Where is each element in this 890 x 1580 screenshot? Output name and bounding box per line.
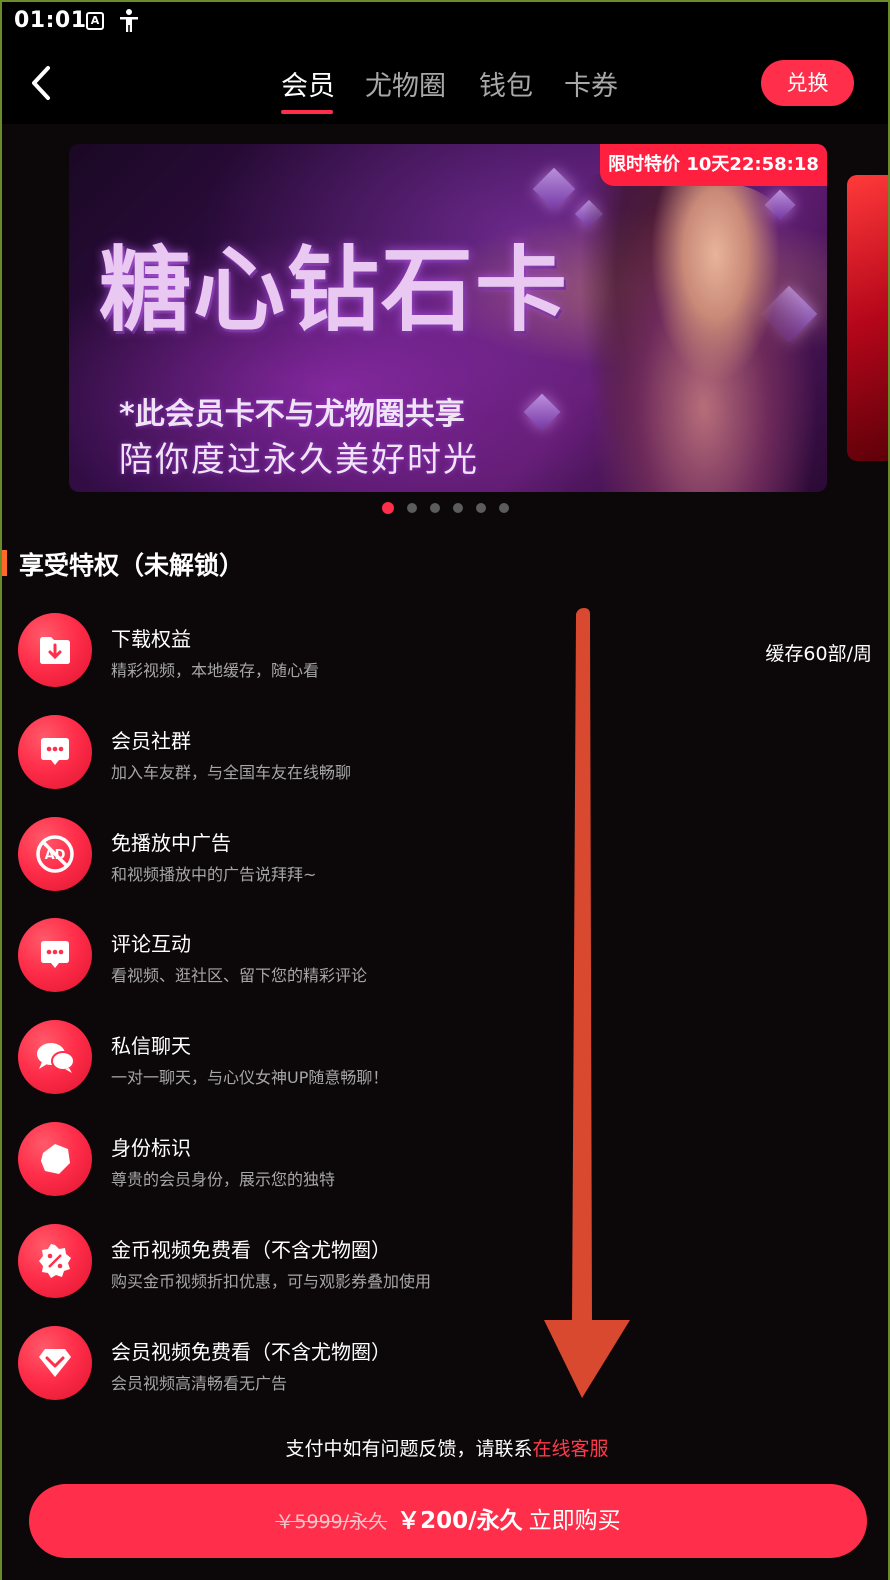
banner-title: 糖心钻石卡 [99,236,570,344]
app-screen: 01:01 A 会员 尤物圈 钱包 卡券 兑换 糖心钻石卡 *此会员卡不与尤物圈… [0,0,890,1580]
privilege-title: 身份标识 [111,1136,191,1160]
privilege-title: 下载权益 [111,627,191,651]
carousel-dot[interactable] [476,503,486,513]
privilege-title: 金币视频免费看（不含尤物圈） [111,1238,391,1262]
scroll-down-arrow-annotation [544,608,630,1398]
privilege-desc: 尊贵的会员身份，展示您的独特 [111,1170,336,1189]
privilege-title: 私信聊天 [111,1034,191,1058]
section-accent-bar [2,550,7,576]
discount-icon [18,1224,92,1298]
chat-bubble-icon [18,715,92,789]
banner-model-image [589,184,819,492]
tab-youwuquan[interactable]: 尤物圈 [365,64,446,103]
buy-now-label: 立即购买 [528,1508,621,1534]
diamond-icon [532,167,576,211]
tab-member[interactable]: 会员 [281,64,335,103]
status-bar: 01:01 A [2,2,888,42]
status-time: 01:01 [14,8,87,33]
comment-icon [18,918,92,992]
privilege-item-coin-videos: 金币视频免费看（不含尤物圈） 购买金币视频折扣优惠，可与观影券叠加使用 [2,1224,888,1314]
message-bubbles-icon [18,1020,92,1094]
diamond-icon [523,393,561,431]
app-a-icon: A [86,12,104,30]
banner-slogan: 陪你度过永久美好时光 [119,440,479,480]
privilege-title: 免播放中广告 [111,831,231,855]
privilege-desc: 会员视频高清畅看无广告 [111,1374,288,1393]
privilege-desc: 一对一聊天，与心仪女神UP随意畅聊！ [111,1068,389,1087]
carousel-dot-active[interactable] [382,502,394,514]
identity-badge-icon [18,1122,92,1196]
privilege-item-comments: 评论互动 看视频、逛社区、留下您的精彩评论 [2,918,888,1008]
tab-wallet[interactable]: 钱包 [479,64,533,103]
exchange-button[interactable]: 兑换 [761,60,854,106]
privilege-item-vip-videos: 会员视频免费看（不含尤物圈） 会员视频高清畅看无广告 [2,1326,888,1416]
membership-card-banner[interactable]: 糖心钻石卡 *此会员卡不与尤物圈共享 陪你度过永久美好时光 [69,144,827,492]
privilege-item-community: 会员社群 加入车友群，与全国车友在线畅聊 [2,715,888,805]
sale-price: ￥200/永久 [397,1508,523,1534]
support-message: 支付中如有问题反馈，请联系在线客服 [2,1434,888,1461]
privilege-item-private-chat: 私信聊天 一对一聊天，与心仪女神UP随意畅聊！ [2,1020,888,1110]
original-price: ￥5999/永久 [275,1511,388,1533]
active-tab-indicator [281,110,333,114]
privilege-desc: 和视频播放中的广告说拜拜~ [111,865,317,884]
banner-note: *此会员卡不与尤物圈共享 [119,397,465,432]
carousel-dot[interactable] [430,503,440,513]
no-ad-icon: AD [18,817,92,891]
support-text: 支付中如有问题反馈，请联系 [285,1438,533,1460]
accessibility-icon [120,9,138,32]
privilege-item-identity: 身份标识 尊贵的会员身份，展示您的独特 [2,1122,888,1212]
privileges-section-title: 享受特权（未解锁） [19,551,245,580]
privilege-desc: 购买金币视频折扣优惠，可与观影券叠加使用 [111,1272,432,1291]
privilege-quota: 缓存60部/周 [765,643,872,665]
privilege-item-no-ads: AD 免播放中广告 和视频播放中的广告说拜拜~ [2,817,888,907]
top-navigation: 会员 尤物圈 钱包 卡券 兑换 [2,42,888,124]
privilege-title: 会员社群 [111,729,191,753]
next-banner-card[interactable] [847,175,888,461]
carousel-dot[interactable] [453,503,463,513]
privilege-title: 评论互动 [111,932,191,956]
privilege-desc: 看视频、逛社区、留下您的精彩评论 [111,966,368,985]
limited-offer-badge: 限时特价 10天22:58:18 [600,144,827,186]
carousel-dot[interactable] [499,503,509,513]
download-folder-icon [18,613,92,687]
privilege-item-download: 下载权益 精彩视频，本地缓存，随心看 缓存60部/周 [2,613,888,703]
tab-coupons[interactable]: 卡券 [564,64,618,103]
privilege-desc: 精彩视频，本地缓存，随心看 [111,661,320,680]
buy-now-button[interactable]: ￥5999/永久 ￥200/永久 立即购买 [29,1484,867,1558]
back-arrow-icon[interactable] [24,64,64,104]
privilege-title: 会员视频免费看（不含尤物圈） [111,1340,391,1364]
vip-diamond-icon [18,1326,92,1400]
svg-text:AD: AD [45,848,66,863]
privilege-desc: 加入车友群，与全国车友在线畅聊 [111,763,352,782]
online-support-link[interactable]: 在线客服 [533,1438,609,1460]
carousel-dot[interactable] [407,503,417,513]
